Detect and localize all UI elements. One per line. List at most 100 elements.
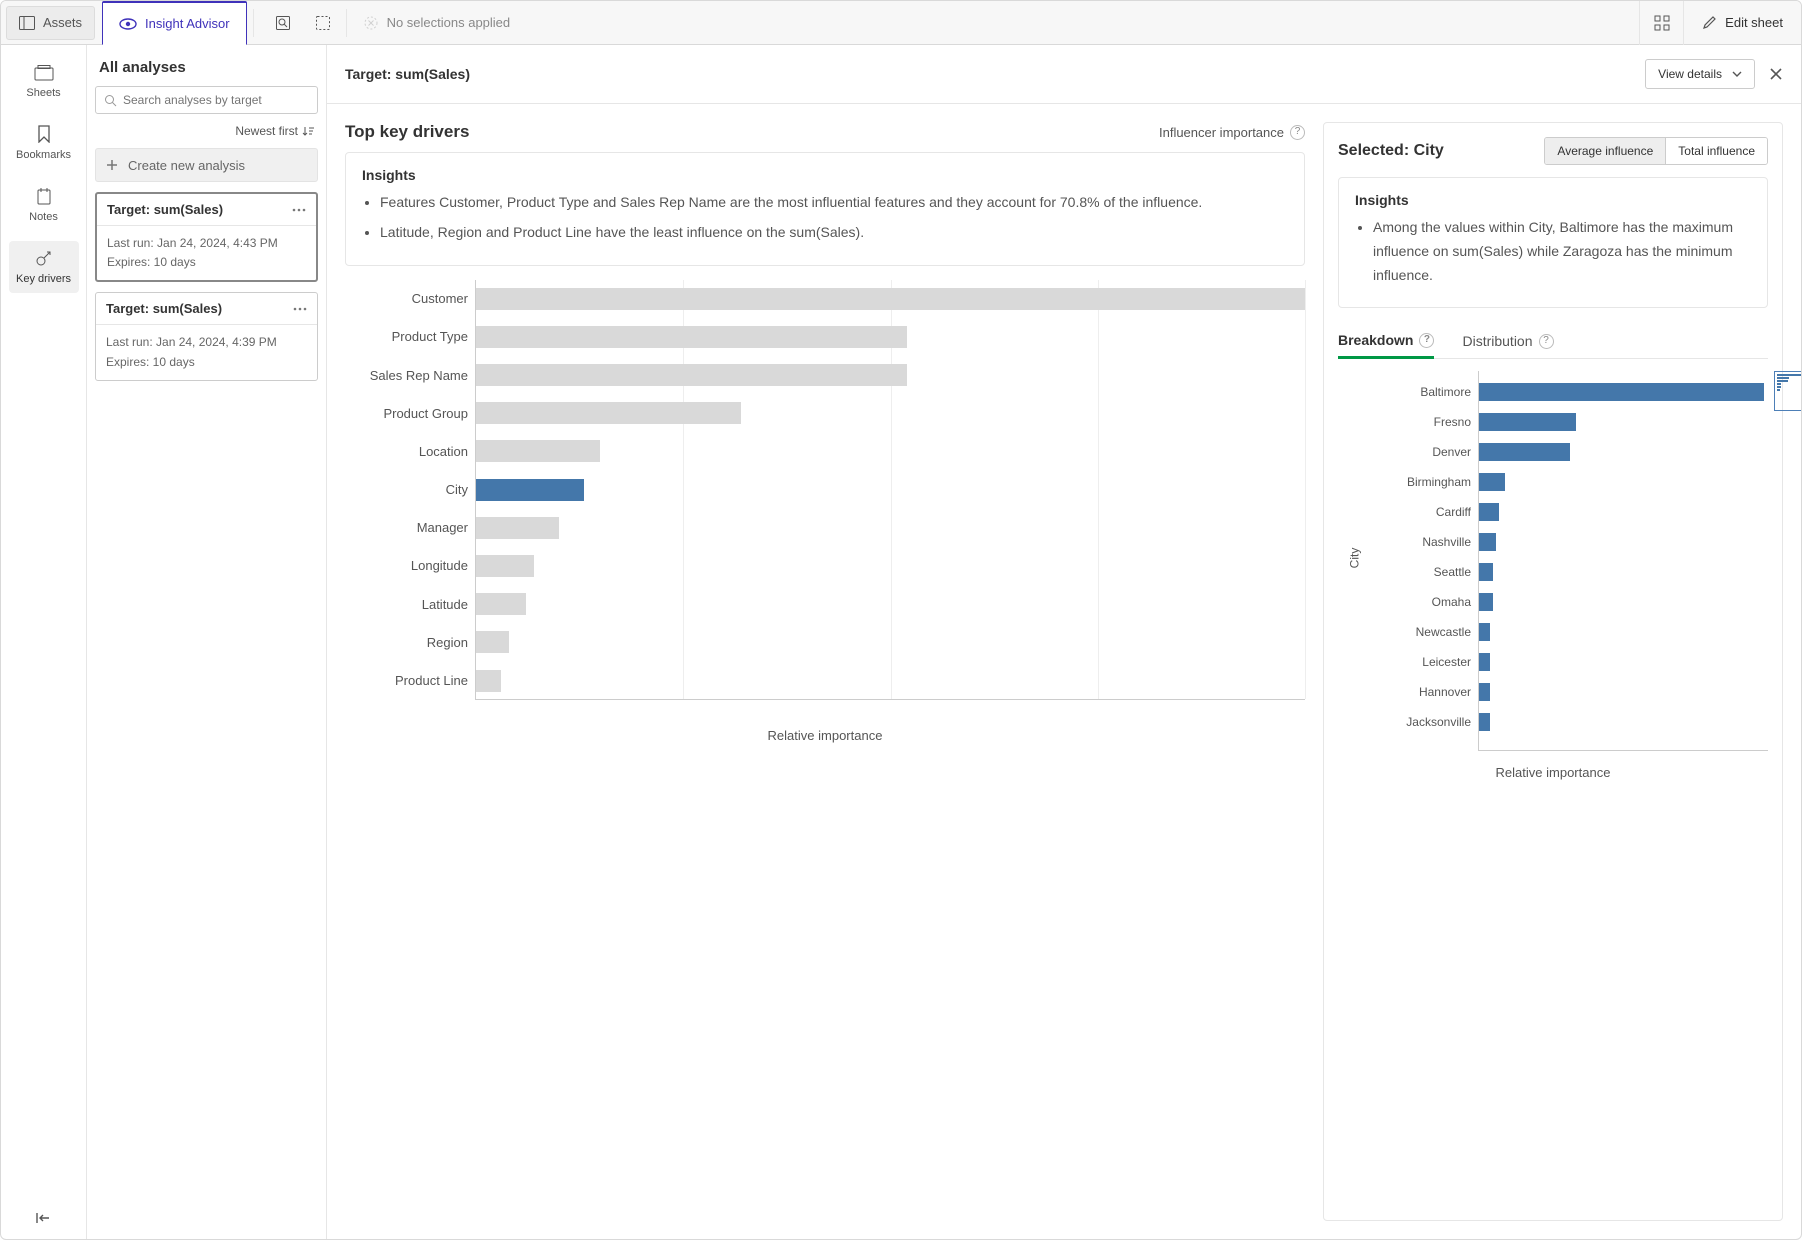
- chart-bar-rect: [476, 440, 600, 462]
- key-drivers-chart[interactable]: Customer Product Type Sales Rep Name Produc…: [475, 280, 1305, 700]
- notes-icon: [36, 187, 52, 205]
- rail-bookmarks[interactable]: Bookmarks: [9, 117, 79, 169]
- chart-bar[interactable]: Newcastle: [1479, 619, 1490, 645]
- sort-row[interactable]: Newest first: [95, 124, 318, 138]
- chart-bar[interactable]: Leicester: [1479, 649, 1490, 675]
- insight-label: Insight Advisor: [145, 16, 230, 31]
- key-drivers-title: Top key drivers: [345, 122, 469, 142]
- minimap[interactable]: [1774, 371, 1802, 411]
- selection-tool-icon[interactable]: [306, 6, 340, 40]
- analysis-expires: Expires: 10 days: [106, 353, 307, 372]
- smart-search-icon[interactable]: [266, 6, 300, 40]
- chart-bar[interactable]: Latitude: [476, 590, 526, 618]
- chart-bar[interactable]: City: [476, 476, 584, 504]
- chart-bar[interactable]: Manager: [476, 514, 559, 542]
- chart-bar-label: Location: [419, 444, 468, 459]
- search-input[interactable]: [123, 93, 309, 107]
- rail-collapse-icon[interactable]: [1, 1211, 86, 1225]
- chart-bar[interactable]: Jacksonville: [1479, 709, 1490, 735]
- more-icon[interactable]: [292, 208, 306, 212]
- more-icon[interactable]: [293, 307, 307, 311]
- chart2-yaxis-label: City: [1347, 548, 1361, 569]
- chart-bar[interactable]: Birmingham: [1479, 469, 1505, 495]
- chart-bar-label: Fresno: [1434, 415, 1471, 429]
- insight-item: Latitude, Region and Product Line have t…: [380, 221, 1288, 245]
- chart-bar[interactable]: Product Line: [476, 667, 501, 695]
- chart1-xlabel: Relative importance: [345, 728, 1305, 743]
- sort-label: Newest first: [235, 124, 298, 138]
- analysis-lastrun: Last run: Jan 24, 2024, 4:43 PM: [107, 234, 306, 253]
- chart-bar-label: Latitude: [422, 597, 468, 612]
- chart-bar-rect: [1479, 413, 1576, 431]
- chart-bar-rect: [1479, 653, 1490, 671]
- chart-bar-rect: [1479, 383, 1764, 401]
- edit-sheet-button[interactable]: Edit sheet: [1683, 1, 1801, 45]
- chart-bar[interactable]: Hannover: [1479, 679, 1490, 705]
- help-icon[interactable]: ?: [1419, 333, 1434, 348]
- insight-item: Features Customer, Product Type and Sale…: [380, 191, 1288, 215]
- selected-value: City: [1414, 142, 1444, 159]
- tab-breakdown-label: Breakdown: [1338, 332, 1413, 348]
- tab-distribution-label: Distribution: [1462, 333, 1532, 349]
- plus-icon: [106, 159, 118, 171]
- chart-bar[interactable]: Customer: [476, 285, 1305, 313]
- tab-breakdown[interactable]: Breakdown ?: [1338, 324, 1434, 359]
- close-icon[interactable]: [1769, 67, 1783, 81]
- chart-bar-rect: [1479, 503, 1499, 521]
- analysis-card-title: Target: sum(Sales): [106, 301, 222, 316]
- breakdown-chart[interactable]: City Balti: [1478, 371, 1768, 751]
- chart-bar-rect: [476, 593, 526, 615]
- chart-bar-rect: [1479, 533, 1496, 551]
- chart-bar[interactable]: Product Type: [476, 323, 907, 351]
- chart-bar-rect: [1479, 713, 1490, 731]
- chart-bar[interactable]: Seattle: [1479, 559, 1493, 585]
- chart-bar[interactable]: Location: [476, 437, 600, 465]
- key-drivers-panel: Top key drivers Influencer importance ? …: [345, 122, 1305, 1221]
- chart-bar[interactable]: Denver: [1479, 439, 1570, 465]
- chart-bar-label: Manager: [417, 520, 468, 535]
- chart-bar[interactable]: Omaha: [1479, 589, 1493, 615]
- chart-bar[interactable]: Region: [476, 628, 509, 656]
- chart-bar[interactable]: Baltimore: [1479, 379, 1764, 405]
- chart-bar-rect: [1479, 443, 1570, 461]
- help-icon[interactable]: ?: [1539, 334, 1554, 349]
- help-icon[interactable]: ?: [1290, 125, 1305, 140]
- rail-notes-label: Notes: [29, 211, 58, 223]
- assets-button[interactable]: Assets: [6, 6, 95, 40]
- tab-distribution[interactable]: Distribution ?: [1462, 324, 1553, 358]
- clear-selection-icon: [363, 15, 379, 31]
- segment-total[interactable]: Total influence: [1665, 138, 1767, 164]
- analysis-card[interactable]: Target: sum(Sales) Last run: Jan 24, 202…: [95, 292, 318, 380]
- rail-keydrivers[interactable]: Key drivers: [9, 241, 79, 293]
- segment-average[interactable]: Average influence: [1545, 138, 1665, 164]
- chart-bar[interactable]: Fresno: [1479, 409, 1576, 435]
- rail-sheets[interactable]: Sheets: [9, 57, 79, 107]
- grid-view-icon[interactable]: [1639, 1, 1683, 45]
- chart-bar[interactable]: Nashville: [1479, 529, 1496, 555]
- insight-advisor-tab[interactable]: Insight Advisor: [102, 1, 247, 45]
- bookmark-icon: [37, 125, 51, 143]
- chart-bar-rect: [476, 364, 907, 386]
- rail-notes[interactable]: Notes: [9, 179, 79, 231]
- chart-bar-label: Seattle: [1434, 565, 1471, 579]
- chart-bar-label: Product Line: [395, 673, 468, 688]
- chart-bar[interactable]: Longitude: [476, 552, 534, 580]
- create-analysis-button[interactable]: Create new analysis: [95, 148, 318, 182]
- sort-icon: [302, 125, 314, 137]
- chart-bar-label: Region: [427, 635, 468, 650]
- sheets-icon: [34, 65, 54, 81]
- search-analyses[interactable]: [95, 86, 318, 114]
- insight-item: Among the values within City, Baltimore …: [1373, 216, 1751, 287]
- chart-bar-rect: [476, 517, 559, 539]
- analysis-card[interactable]: Target: sum(Sales) Last run: Jan 24, 202…: [95, 192, 318, 282]
- chart-bar-label: Product Type: [392, 329, 468, 344]
- view-details-button[interactable]: View details: [1645, 59, 1755, 89]
- chart-bar[interactable]: Cardiff: [1479, 499, 1499, 525]
- chart-bar[interactable]: Product Group: [476, 399, 741, 427]
- no-selections-label: No selections applied: [363, 15, 511, 31]
- chart-bar-label: Sales Rep Name: [370, 368, 468, 383]
- chart-bar-label: Nashville: [1422, 535, 1471, 549]
- chart-bar-rect: [1479, 593, 1493, 611]
- search-icon: [104, 94, 117, 107]
- chart-bar[interactable]: Sales Rep Name: [476, 361, 907, 389]
